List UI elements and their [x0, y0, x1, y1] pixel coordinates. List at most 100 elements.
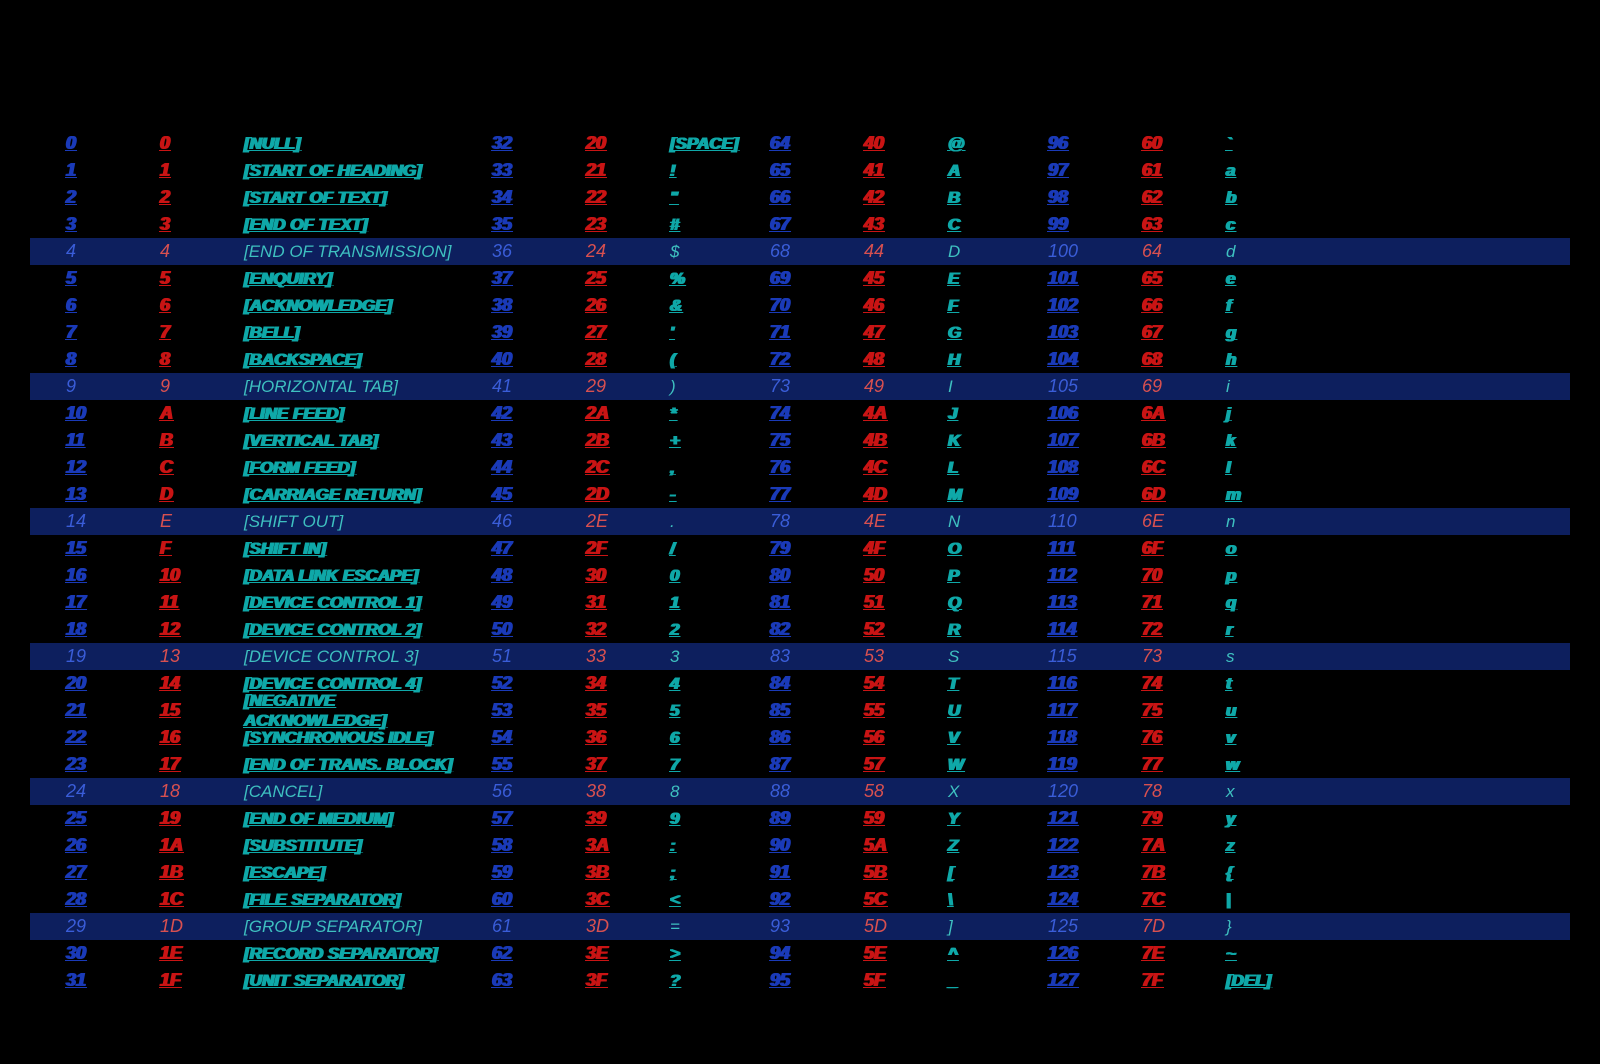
decimal-value: 95	[734, 970, 864, 991]
char-value: 8	[642, 782, 734, 802]
decimal-value: 69	[734, 268, 864, 289]
ascii-block: 55[ENQUIRY]	[30, 268, 456, 289]
ascii-block: 7349I	[734, 376, 1012, 397]
char-value: b	[1198, 188, 1290, 208]
char-value: T	[920, 674, 1012, 694]
char-value: 6	[642, 728, 734, 748]
hex-value: C	[160, 457, 216, 478]
hex-value: 21	[586, 160, 642, 181]
char-value: [DEL]	[1198, 971, 1290, 991]
ascii-block: 8454T	[734, 673, 1012, 694]
char-value: C	[920, 215, 1012, 235]
ascii-block: 6440@	[734, 133, 1012, 154]
decimal-value: 37	[456, 268, 586, 289]
char-value: [DEVICE CONTROL 3]	[216, 647, 456, 667]
ascii-row: 1913[DEVICE CONTROL 3]513338353S11573s	[30, 643, 1570, 670]
char-value: [FORM FEED]	[216, 458, 456, 478]
char-value: [LINE FEED]	[216, 404, 456, 424]
decimal-value: 52	[456, 673, 586, 694]
char-value: A	[920, 161, 1012, 181]
char-value: h	[1198, 350, 1290, 370]
ascii-block: 935D]	[734, 916, 1012, 937]
decimal-value: 75	[734, 430, 864, 451]
ascii-block: 10266f	[1012, 295, 1290, 316]
ascii-block: 50322	[456, 619, 734, 640]
ascii-block: 1711[DEVICE CONTROL 1]	[30, 592, 456, 613]
decimal-value: 92	[734, 889, 864, 910]
decimal-value: 62	[456, 943, 586, 964]
decimal-value: 60	[456, 889, 586, 910]
hex-value: D	[160, 484, 216, 505]
ascii-row: 12C[FORM FEED]442C,764CL1086Cl	[30, 454, 1570, 481]
char-value: +	[642, 431, 734, 451]
hex-value: 6E	[1142, 511, 1198, 532]
ascii-block: 1277F[DEL]	[1012, 970, 1290, 991]
decimal-value: 127	[1012, 970, 1142, 991]
hex-value: 7D	[1142, 916, 1198, 937]
char-value: [END OF TRANS. BLOCK]	[216, 755, 456, 775]
hex-value: 37	[586, 754, 642, 775]
char-value: i	[1198, 377, 1290, 397]
hex-value: 5D	[864, 916, 920, 937]
decimal-value: 114	[1012, 619, 1142, 640]
char-value: X	[920, 782, 1012, 802]
char-value: (	[642, 350, 734, 370]
ascii-block: 1610[DATA LINK ESCAPE]	[30, 565, 456, 586]
char-value: [GROUP SEPARATOR]	[216, 917, 456, 937]
hex-value: 50	[864, 565, 920, 586]
hex-value: 15	[160, 700, 216, 721]
char-value: [DEVICE CONTROL 1]	[216, 593, 456, 613]
ascii-row: 311F[UNIT SEPARATOR]633F?955F_1277F[DEL]	[30, 967, 1570, 994]
ascii-block: 44[END OF TRANSMISSION]	[30, 241, 456, 262]
char-value: <	[642, 890, 734, 910]
char-value: @	[920, 134, 1012, 154]
ascii-block: 311F[UNIT SEPARATOR]	[30, 970, 456, 991]
hex-value: 4A	[864, 403, 920, 424]
hex-value: 51	[864, 592, 920, 613]
char-value: Q	[920, 593, 1012, 613]
ascii-block: 1227Az	[1012, 835, 1290, 856]
decimal-value: 125	[1012, 916, 1142, 937]
char-value: _	[920, 971, 1012, 991]
hex-value: 24	[586, 241, 642, 262]
ascii-block: 3725%	[456, 268, 734, 289]
ascii-block: 2216[SYNCHRONOUS IDLE]	[30, 727, 456, 748]
ascii-block: 1247C|	[1012, 889, 1290, 910]
char-value: F	[920, 296, 1012, 316]
char-value: Y	[920, 809, 1012, 829]
hex-value: 67	[1142, 322, 1198, 343]
ascii-block: 422A*	[456, 403, 734, 424]
decimal-value: 119	[1012, 754, 1142, 775]
ascii-block: 8656V	[734, 727, 1012, 748]
ascii-block: 774DM	[734, 484, 1012, 505]
hex-value: 32	[586, 619, 642, 640]
hex-value: 1F	[160, 970, 216, 991]
hex-value: 45	[864, 268, 920, 289]
hex-value: 1C	[160, 889, 216, 910]
char-value: q	[1198, 593, 1290, 613]
hex-value: 69	[1142, 376, 1198, 397]
hex-value: 31	[586, 592, 642, 613]
decimal-value: 16	[30, 565, 160, 586]
decimal-value: 79	[734, 538, 864, 559]
ascii-block: 8353S	[734, 646, 1012, 667]
decimal-value: 61	[456, 916, 586, 937]
ascii-block: 2519[END OF MEDIUM]	[30, 808, 456, 829]
decimal-value: 101	[1012, 268, 1142, 289]
char-value: f	[1198, 296, 1290, 316]
char-value: [SHIFT OUT]	[216, 512, 456, 532]
ascii-block: 99[HORIZONTAL TAB]	[30, 376, 456, 397]
decimal-value: 21	[30, 700, 160, 721]
decimal-value: 106	[1012, 403, 1142, 424]
hex-value: 18	[160, 781, 216, 802]
ascii-block: 8252R	[734, 619, 1012, 640]
ascii-block: 3220[SPACE]	[456, 133, 734, 154]
decimal-value: 51	[456, 646, 586, 667]
char-value: [NULL]	[216, 134, 456, 154]
decimal-value: 45	[456, 484, 586, 505]
char-value: [SPACE]	[642, 134, 734, 154]
ascii-block: 10468h	[1012, 349, 1290, 370]
hex-value: 6D	[1142, 484, 1198, 505]
hex-value: 47	[864, 322, 920, 343]
char-value: y	[1198, 809, 1290, 829]
